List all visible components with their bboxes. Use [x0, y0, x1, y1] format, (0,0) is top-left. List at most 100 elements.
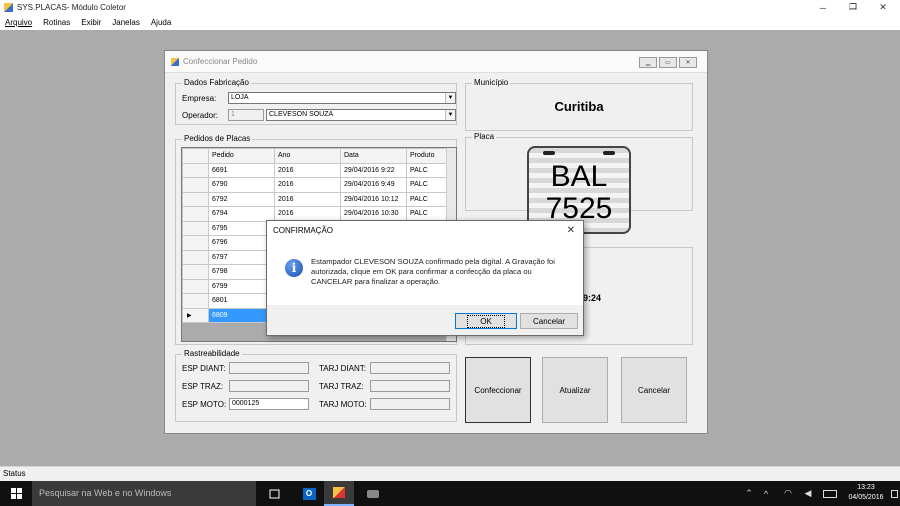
table-cell[interactable]: 6792 [208, 191, 275, 207]
tarj-traz-field [370, 380, 450, 392]
minimize-window-button[interactable]: ─ [808, 0, 838, 15]
info-time: 9:24 [583, 293, 602, 303]
plate-letters: BAL [550, 160, 608, 193]
sysplacas-icon [333, 487, 345, 498]
operador-combo[interactable]: CLEVESON SOUZA ▼ [266, 109, 456, 121]
chevron-up-icon: ^ [763, 488, 769, 499]
task-view-button[interactable] [259, 481, 289, 506]
row-header[interactable] [182, 220, 209, 236]
empresa-combo[interactable]: LOJA ▼ [228, 92, 456, 104]
dialog-close-button[interactable]: ✕ [567, 225, 575, 236]
menu-janelas[interactable]: Janelas [112, 18, 140, 27]
row-header[interactable] [182, 264, 209, 280]
app-title: SYS.PLACAS- Módulo Coletor [17, 3, 126, 12]
row-header[interactable] [182, 293, 209, 309]
col-data[interactable]: Data [340, 148, 407, 164]
placa-legend: Placa [472, 132, 497, 141]
operador-label: Operador: [182, 111, 219, 120]
operador-value: CLEVESON SOUZA [269, 111, 334, 118]
table-row[interactable]: 6790 2016 29/04/2016 9:49 PALC [182, 177, 449, 193]
rastreabilidade-legend: Rastreabilidade [182, 349, 242, 358]
dialog-cancel-button[interactable]: Cancelar [520, 313, 578, 329]
table-cell[interactable]: 6809 [208, 307, 275, 323]
outlook-taskbar-button[interactable]: O [294, 481, 324, 506]
table-cell[interactable]: 29/04/2016 9:22 [340, 162, 407, 178]
tray-expand-button[interactable]: ⌃ [742, 481, 756, 506]
row-header[interactable] [182, 249, 209, 265]
table-row[interactable]: 6794 2016 29/04/2016 10:30 PALC [182, 206, 449, 222]
table-cell[interactable]: 2016 [274, 191, 341, 207]
row-header[interactable] [182, 206, 209, 222]
keyboard-icon [823, 489, 837, 498]
outlook-icon: O [302, 487, 316, 500]
table-cell[interactable]: PALC [406, 162, 449, 178]
network-button[interactable]: ◠ [780, 481, 796, 506]
table-cell[interactable]: PALC [406, 206, 449, 222]
table-cell[interactable]: 29/04/2016 9:49 [340, 177, 407, 193]
tarj-moto-label: TARJ MOTO: [319, 400, 367, 409]
row-header[interactable] [182, 235, 209, 251]
table-cell[interactable]: 2016 [274, 206, 341, 222]
menu-exibir[interactable]: Exibir [81, 18, 101, 27]
confeccionar-button[interactable]: Confeccionar [465, 357, 531, 423]
app-icon [4, 3, 13, 12]
menu-rotinas[interactable]: Rotinas [43, 18, 70, 27]
notifications-button[interactable] [888, 481, 900, 506]
windows-logo-icon [10, 488, 22, 499]
table-cell[interactable]: 2016 [274, 177, 341, 193]
table-cell[interactable]: 2016 [274, 162, 341, 178]
table-cell[interactable]: 6801 [208, 293, 275, 309]
child-close-button[interactable]: ✕ [679, 57, 697, 68]
taskbar-search-box[interactable]: Pesquisar na Web e no Windows [32, 481, 256, 506]
table-cell[interactable]: 6798 [208, 264, 275, 280]
table-cell[interactable]: 6794 [208, 206, 275, 222]
grid-header-row: Pedido Ano Data Produto [182, 148, 449, 164]
row-header[interactable] [182, 177, 209, 193]
close-window-button[interactable]: ✕ [868, 0, 898, 15]
row-header[interactable] [182, 191, 209, 207]
windows-taskbar: Pesquisar na Web e no Windows O ⌃ ^ ◠ ◀ … [0, 481, 900, 506]
table-cell[interactable]: 6795 [208, 220, 275, 236]
municipio-value: Curitiba [554, 99, 604, 114]
maximize-window-button[interactable]: ❐ [838, 0, 868, 15]
child-minimize-button[interactable]: ▁ [639, 57, 657, 68]
table-cell[interactable]: 29/04/2016 10:30 [340, 206, 407, 222]
table-cell[interactable]: PALC [406, 191, 449, 207]
empresa-value: LOJA [231, 94, 249, 101]
table-cell[interactable]: 6790 [208, 177, 275, 193]
atualizar-button[interactable]: Atualizar [542, 357, 608, 423]
fingerprint-app-taskbar-button[interactable] [358, 481, 388, 506]
menu-ajuda[interactable]: Ajuda [151, 18, 171, 27]
table-row[interactable]: 6691 2016 29/04/2016 9:22 PALC [182, 162, 449, 178]
table-cell[interactable]: 6797 [208, 249, 275, 265]
start-button[interactable] [0, 481, 32, 506]
taskbar-clock[interactable]: 13:23 04/05/2016 [846, 483, 886, 503]
pedidos-legend: Pedidos de Placas [182, 134, 253, 143]
table-cell[interactable]: 6691 [208, 162, 275, 178]
table-cell[interactable]: 29/04/2016 10:12 [340, 191, 407, 207]
col-produto[interactable]: Produto [406, 148, 449, 164]
menu-bar: Arquivo Rotinas Exibir Janelas Ajuda [0, 15, 900, 30]
cancelar-button[interactable]: Cancelar [621, 357, 687, 423]
tray-overflow-button[interactable]: ^ [758, 481, 774, 506]
child-restore-button[interactable]: ▭ [659, 57, 677, 68]
chevron-up-icon: ⌃ [745, 488, 753, 498]
row-header[interactable] [182, 278, 209, 294]
table-cell[interactable]: PALC [406, 177, 449, 193]
volume-button[interactable]: ◀ [800, 481, 816, 506]
table-cell[interactable]: 6799 [208, 278, 275, 294]
tarj-traz-label: TARJ TRAZ: [319, 382, 364, 391]
col-ano[interactable]: Ano [274, 148, 341, 164]
sysplacas-taskbar-button[interactable] [324, 481, 354, 506]
child-titlebar: Confeccionar Pedido ▁ ▭ ✕ [165, 51, 707, 73]
dialog-body: i Estampador CLEVESON SOUZA confirmado p… [267, 241, 583, 305]
table-row[interactable]: 6792 2016 29/04/2016 10:12 PALC [182, 191, 449, 207]
esp-moto-field[interactable]: 0000125 [229, 398, 309, 410]
table-cell[interactable]: 6796 [208, 235, 275, 251]
menu-arquivo[interactable]: Arquivo [5, 18, 32, 27]
dialog-ok-button[interactable]: OK [455, 313, 517, 329]
col-pedido[interactable]: Pedido [208, 148, 275, 164]
keyboard-button[interactable] [820, 481, 840, 506]
row-header[interactable] [182, 162, 209, 178]
row-header[interactable]: ▶ [182, 307, 209, 323]
